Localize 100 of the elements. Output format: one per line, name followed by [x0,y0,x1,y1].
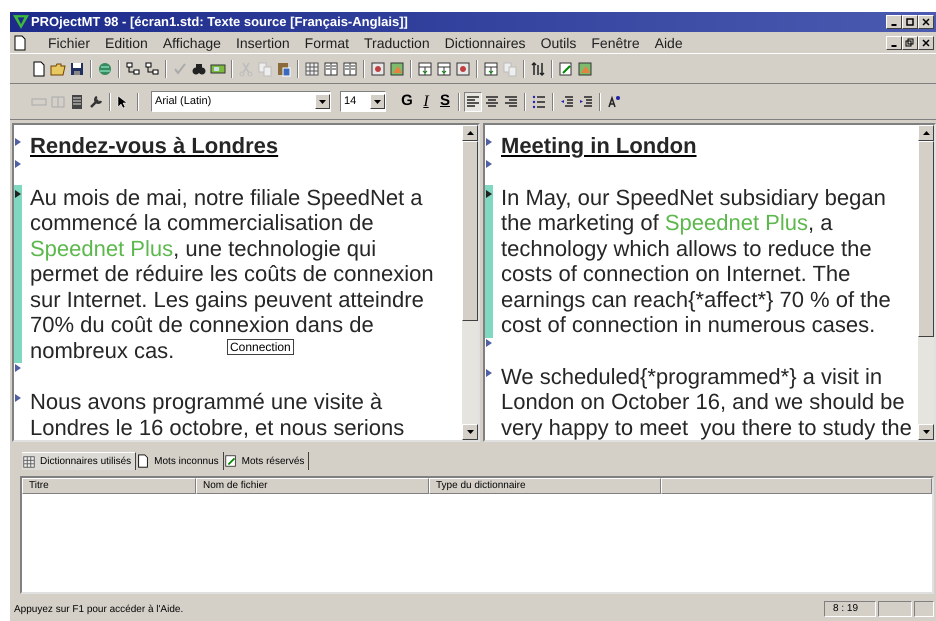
image-icon[interactable] [389,60,405,76]
menu-item[interactable]: Fichier [47,34,92,50]
restore-icon [905,38,915,48]
text-line: technology which allows to reduce the [501,236,872,261]
minimize-icon [891,44,897,46]
close-icon [921,38,931,48]
align-right-icon[interactable] [503,94,519,110]
italic-button[interactable]: I [417,90,435,114]
minimize-icon [891,24,897,26]
folder-icon[interactable] [50,60,66,76]
picture-frame-icon[interactable] [455,60,471,76]
maximize-button[interactable] [902,15,918,29]
down-arrow-icon [466,430,474,434]
up-arrow-icon [466,131,474,135]
edit-page-icon [224,454,238,468]
table-icon[interactable] [483,60,499,76]
text-line: very happy to meet you there to study the [501,414,912,440]
scroll-up-button[interactable] [918,125,934,141]
column-header[interactable] [661,478,932,494]
document-icon [12,34,28,50]
menu-item[interactable]: Insertion [234,34,291,50]
connector-icon[interactable] [144,60,160,76]
text-line: In May, our SpeedNet subsidiary began [501,184,886,210]
minimize-button[interactable] [886,36,902,50]
picture-frame-icon[interactable] [370,60,386,76]
text-line: nombreux cas. [30,338,174,363]
align-center-icon[interactable] [484,94,500,110]
wrench-icon[interactable] [88,94,104,110]
scrollbar-thumb[interactable] [462,141,478,321]
tooltip: Connection [227,339,294,355]
menu-item[interactable]: Edition [104,34,149,50]
scroll-up-button[interactable] [462,125,478,141]
clipboard-icon[interactable] [276,60,292,76]
text-line: We scheduled{*programmed*} a visit in [501,364,882,389]
heading-text: Meeting in London [501,133,697,158]
panel-tab[interactable]: Mots inconnus [136,452,224,470]
panel-tab[interactable]: Dictionnaires utilisés [22,452,136,470]
document-icon [136,454,150,468]
scrollbar-thumb[interactable] [918,141,934,337]
menu-item[interactable]: Affichage [162,34,222,50]
bullet-list-icon[interactable] [531,94,547,110]
text-line: Speednet Plus, une technologie qui [30,236,376,261]
column-header[interactable]: Titre [22,478,196,494]
maximize-icon [905,17,915,27]
grid-icon [22,454,36,468]
character-map-icon[interactable] [606,94,622,110]
connector-icon[interactable] [125,60,141,76]
status-field [878,601,912,617]
text-line: the marketing of Speednet Plus, a [501,210,832,236]
dropdown-arrow-icon [319,100,326,104]
heading-text: Rendez-vous à Londres [30,133,278,158]
menu-item[interactable]: Aide [654,34,684,50]
close-button[interactable] [918,36,934,50]
minimize-button[interactable] [886,15,902,29]
menu-item[interactable]: Outils [540,34,578,50]
bold-button[interactable]: G [398,90,416,113]
columns-icon[interactable] [342,60,358,76]
column-header[interactable]: Type du dictionnaire [429,478,661,494]
font-dropdown[interactable]: Arial (Latin) [151,91,331,112]
close-icon [921,17,931,27]
size-dropdown[interactable]: 14 [340,91,386,112]
text-line: cost of connection in numerous cases. [501,312,876,338]
down-arrow-icon [922,430,930,434]
menu-item[interactable]: Fenêtre [590,34,641,50]
text-line: sur Internet. Les gains peuvent atteindre [30,286,424,312]
text-line: Londres le 16 octobre, et nous serions [30,414,404,440]
arrows-icon[interactable] [530,60,546,76]
text-line: costs of connection on Internet. The [501,261,850,286]
table-icon[interactable] [417,60,433,76]
column-header[interactable]: Nom de fichier [196,478,429,494]
menu-item[interactable]: Dictionnaires [444,34,527,50]
document-icon[interactable] [31,60,47,76]
text-line: 70% du coût de connexion dans de [30,312,374,338]
align-left-icon[interactable] [465,94,481,110]
table-icon[interactable] [436,60,452,76]
edit-page-icon[interactable] [558,60,574,76]
grid-icon[interactable] [304,60,320,76]
status-field [914,601,934,617]
close-button[interactable] [918,15,934,29]
text-line: commencé la commercialisation de [30,210,374,236]
window-title: PROjectMT 98 - [écran1.std: Texte source [Français-Anglais]] [31,14,408,30]
menu-item[interactable]: Traduction [363,34,431,50]
indent-icon[interactable] [578,94,594,110]
text-line: Nous avons programmé une visite à [30,389,382,414]
scroll-down-button[interactable] [918,424,934,440]
checkmark-icon[interactable] [172,60,188,76]
text-line: earnings can reach{*affect*} 70 % of the [501,286,891,312]
panel-tab[interactable]: Mots réservés [224,452,310,470]
globe-icon[interactable] [97,60,113,76]
menu-item[interactable]: Format [304,34,350,50]
outdent-icon[interactable] [559,94,575,110]
restore-button[interactable] [902,36,918,50]
scroll-down-button[interactable] [462,424,478,440]
image-icon[interactable] [577,60,593,76]
list-panel-icon[interactable] [69,94,85,110]
status-message: Appuyez sur F1 pour accéder à l'Aide. [14,602,184,616]
text-line: permet de réduire les coûts de connexion [30,261,434,286]
columns-icon[interactable] [323,60,339,76]
underline-button[interactable]: S [436,90,454,113]
text-line: Au mois de mai, notre filiale SpeedNet a [30,184,423,210]
